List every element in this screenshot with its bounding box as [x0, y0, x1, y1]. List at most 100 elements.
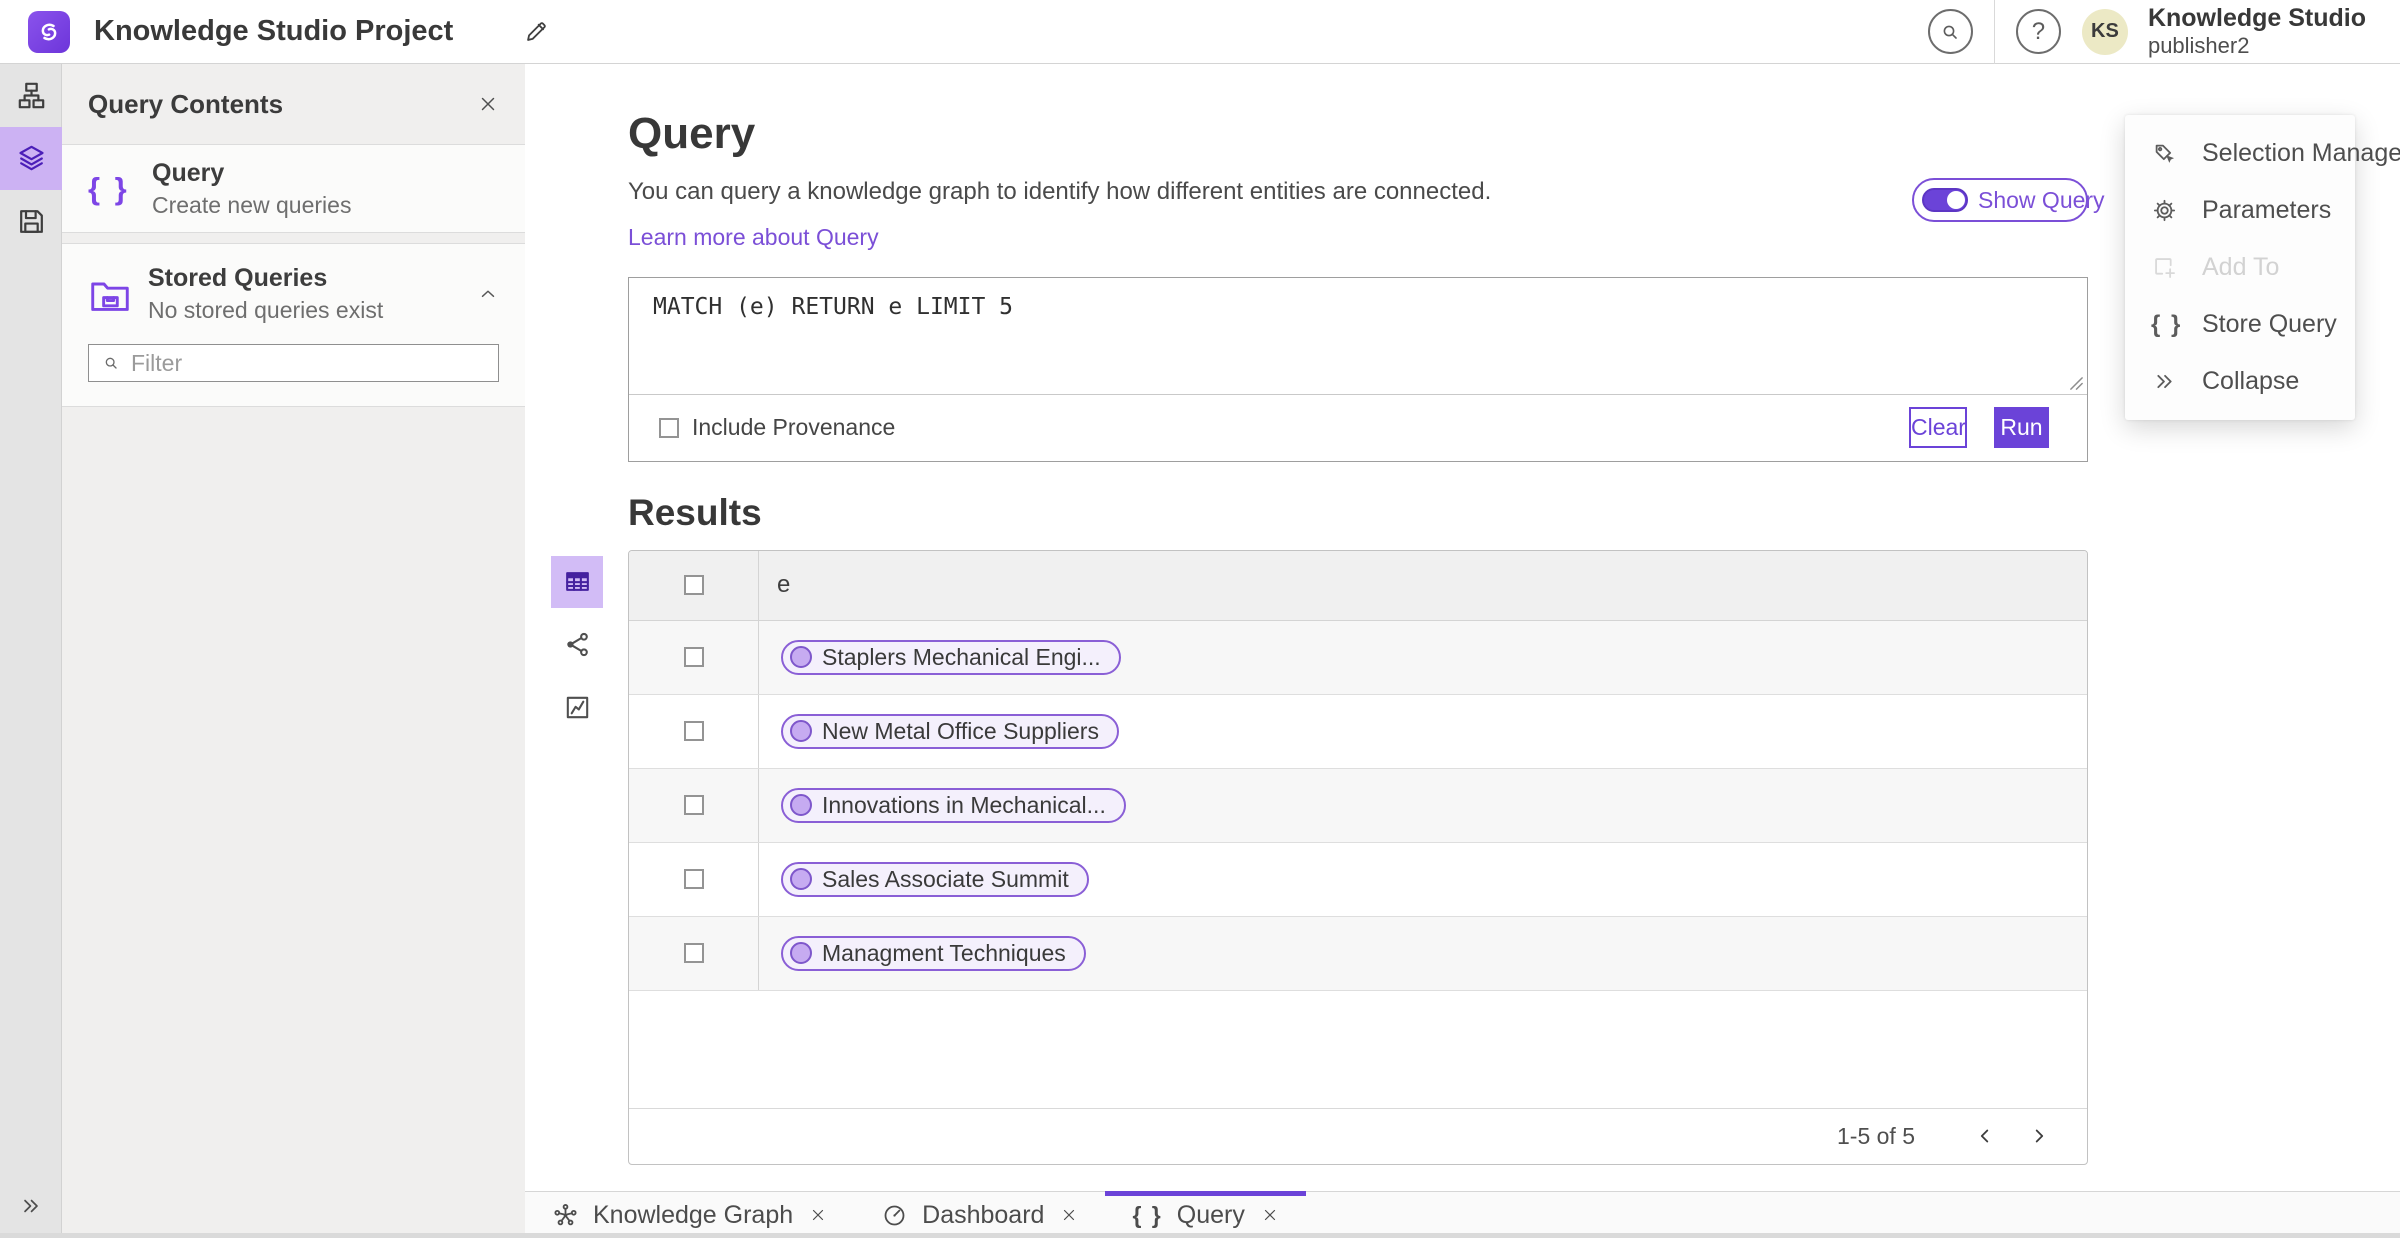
rail-item-save[interactable] — [0, 190, 62, 253]
tools-item-store-query[interactable]: Store Query — [2125, 296, 2355, 353]
chevron-up-icon — [481, 290, 495, 298]
row-checkbox[interactable] — [683, 943, 704, 964]
row-checkbox[interactable] — [683, 795, 704, 816]
tools-item-collapse[interactable]: Collapse — [2125, 353, 2355, 410]
stored-queries-section: Stored Queries No stored queries exist — [62, 243, 525, 407]
panel-item-query[interactable]: Query Create new queries — [62, 145, 525, 233]
link-chart-view-button[interactable] — [551, 619, 603, 671]
run-button[interactable]: Run — [1994, 407, 2049, 449]
panel-close-button[interactable] — [477, 93, 499, 115]
previous-page-button[interactable] — [1965, 1116, 2005, 1156]
table-row: Sales Associate Summit — [629, 842, 2087, 917]
column-header-e: e — [777, 571, 791, 599]
app-window: Knowledge Studio Project ? KS Knowledge … — [0, 0, 2400, 1238]
data-model-icon — [18, 82, 44, 109]
layers-icon — [18, 145, 44, 171]
chevron-left-icon — [1980, 1129, 1989, 1143]
close-icon — [813, 1209, 824, 1221]
filter-input[interactable] — [131, 349, 486, 377]
window-bottom-edge — [0, 1233, 2400, 1238]
gear-icon — [2153, 199, 2176, 222]
selection-manager-icon — [2155, 144, 2175, 163]
stored-queries-subtitle: No stored queries exist — [148, 297, 384, 323]
entity-chip[interactable]: Sales Associate Summit — [781, 861, 1089, 897]
tools-item-label: Add To — [2202, 253, 2280, 281]
tab-dashboard[interactable]: Dashboard — [854, 1192, 1105, 1238]
tab-close-button[interactable] — [1261, 1206, 1279, 1224]
view-tab-strip: Knowledge Graph Dashboard Query — [525, 1191, 2400, 1238]
table-view-icon — [565, 572, 589, 592]
panel-header: Query Contents — [62, 64, 525, 145]
include-provenance-checkbox[interactable] — [659, 417, 679, 438]
tab-close-button[interactable] — [1060, 1206, 1078, 1224]
panel-item-stored-queries[interactable]: Stored Queries No stored queries exist — [88, 264, 499, 324]
rail-item-layers[interactable] — [0, 127, 62, 190]
resize-handle-icon[interactable] — [2069, 376, 2084, 391]
double-chevron-right-icon — [24, 1199, 38, 1213]
tools-item-selection-manager[interactable]: Selection Manager — [2125, 125, 2400, 182]
query-contents-panel: Query Contents Query Create new queries … — [62, 64, 525, 1238]
tools-item-label: Selection Manager — [2202, 139, 2400, 167]
entity-dot-icon — [790, 942, 812, 965]
tools-item-label: Parameters — [2202, 196, 2332, 224]
tab-close-button[interactable] — [809, 1206, 827, 1224]
entity-dot-icon — [790, 868, 812, 891]
tools-item-label: Store Query — [2202, 310, 2337, 338]
braces-icon — [2151, 311, 2178, 339]
filter-field — [88, 344, 499, 382]
tab-query[interactable]: Query — [1105, 1191, 1307, 1238]
user-info: Knowledge Studio publisher2 — [2148, 4, 2366, 59]
add-to-icon — [2155, 258, 2175, 278]
search-button[interactable] — [1927, 9, 1973, 54]
row-checkbox[interactable] — [683, 869, 704, 890]
dashboard-gauge-icon — [884, 1205, 905, 1225]
save-icon — [19, 210, 43, 233]
next-page-button[interactable] — [2019, 1116, 2059, 1156]
close-icon — [1264, 1209, 1275, 1221]
select-all-checkbox[interactable] — [683, 575, 704, 596]
row-checkbox[interactable] — [683, 647, 704, 668]
query-textarea[interactable]: MATCH (e) RETURN e LIMIT 5 — [629, 277, 2087, 394]
table-row: New Metal Office Suppliers — [629, 694, 2087, 769]
entity-chip[interactable]: Innovations in Mechanical... — [781, 787, 1126, 823]
entity-chip[interactable]: New Metal Office Suppliers — [781, 713, 1119, 749]
map-view-button[interactable] — [551, 682, 603, 734]
help-button[interactable]: ? — [2015, 9, 2061, 54]
table-row: Innovations in Mechanical... — [629, 768, 2087, 843]
tools-item-label: Collapse — [2202, 367, 2300, 395]
link-chart-view-icon — [566, 633, 588, 657]
learn-more-link[interactable]: Learn more about Query — [628, 224, 879, 251]
entity-chip[interactable]: Managment Techniques — [781, 935, 1086, 971]
toggle-switch-icon — [1922, 188, 1968, 212]
entity-chip[interactable]: Staplers Mechanical Engi... — [781, 639, 1121, 675]
query-editor-card: MATCH (e) RETURN e LIMIT 5 Include Prove… — [628, 276, 2088, 462]
row-checkbox[interactable] — [683, 721, 704, 742]
tab-label: Query — [1176, 1200, 1245, 1229]
show-query-toggle[interactable]: Show Query — [1912, 178, 2105, 222]
tab-label: Knowledge Graph — [593, 1200, 794, 1229]
app-logo-icon — [28, 10, 70, 53]
user-avatar[interactable]: KS — [2081, 8, 2128, 55]
stored-queries-folder-icon — [91, 282, 129, 311]
clear-button[interactable]: Clear — [1909, 407, 1967, 449]
entity-dot-icon — [790, 720, 812, 743]
panel-title: Query Contents — [88, 88, 284, 119]
table-view-button[interactable] — [551, 555, 603, 608]
collapse-section-button[interactable] — [477, 283, 499, 305]
user-role: publisher2 — [2147, 33, 2250, 59]
braces-icon — [88, 171, 140, 207]
tools-item-parameters[interactable]: Parameters — [2125, 182, 2355, 239]
pencil-icon — [527, 22, 547, 41]
table-header-row: e — [629, 550, 2087, 621]
tab-knowledge-graph[interactable]: Knowledge Graph — [525, 1192, 854, 1238]
edit-title-button[interactable] — [523, 18, 550, 45]
results-heading: Results — [628, 491, 762, 533]
tab-label: Dashboard — [922, 1200, 1045, 1229]
rail-item-data-model[interactable] — [0, 64, 62, 127]
rail-expand-button[interactable] — [0, 1186, 62, 1226]
top-bar: Knowledge Studio Project ? KS Knowledge … — [0, 0, 2400, 64]
panel-item-title: Query — [152, 158, 225, 187]
include-provenance-label: Include Provenance — [692, 414, 896, 441]
table-row: Staplers Mechanical Engi... — [629, 620, 2087, 695]
show-query-label: Show Query — [1978, 186, 2105, 213]
